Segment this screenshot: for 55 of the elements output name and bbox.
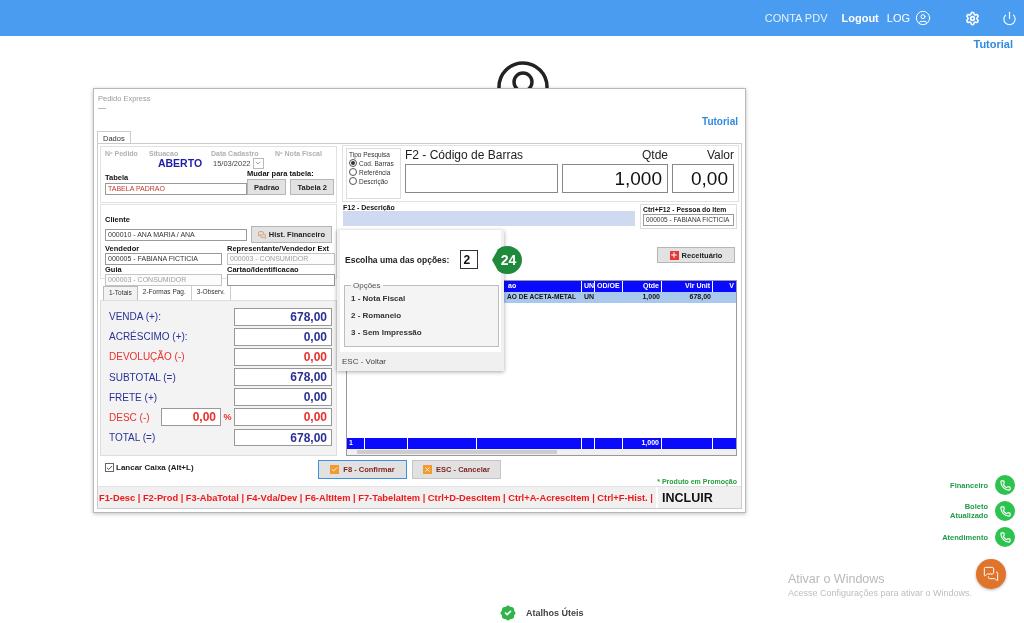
- total-value: 0,00: [234, 408, 332, 426]
- total-label: ACRÉSCIMO (+):: [109, 331, 189, 343]
- chevron-down-icon: [254, 159, 263, 167]
- option-item[interactable]: 2 - Romaneio: [351, 307, 492, 324]
- tutorial-link[interactable]: Tutorial: [702, 116, 738, 129]
- shortcut-text: F1-Desc | F2-Prod | F3-AbaTotal | F4-Vda/Dev | F6-AltItem | F7-TabelaItem | Ctrl+D-DescItem | Ctrl+A-AcrescItem | Ctrl+F-Hist. |: [98, 492, 654, 503]
- window-subtitle: —: [97, 103, 107, 114]
- chat-button[interactable]: [976, 559, 1006, 589]
- user-icon: [915, 10, 931, 26]
- phone-icon: [999, 505, 1011, 517]
- phone-icon: [999, 531, 1011, 543]
- mode-label: INCLUIR: [656, 487, 741, 508]
- total-label: DEVOLUÇÃO (-): [109, 351, 186, 363]
- option-input[interactable]: 2: [460, 250, 479, 269]
- status-value: ABERTO: [156, 157, 204, 169]
- check-icon: [106, 463, 113, 472]
- barcode-field[interactable]: [405, 164, 558, 193]
- price-field[interactable]: 0,00: [672, 164, 734, 193]
- total-label: SUBTOTAL (=): [109, 371, 177, 383]
- description-field[interactable]: [343, 211, 635, 226]
- total-value: 678,00: [234, 308, 332, 326]
- total-value: 678,00: [234, 428, 332, 447]
- percent-field[interactable]: 0,00: [161, 408, 221, 426]
- group-title: Opções: [352, 281, 382, 290]
- phone-icon: [999, 479, 1011, 491]
- total-value: 0,00: [234, 328, 332, 346]
- total-label: VENDA (+):: [109, 311, 162, 323]
- dialog-footer: ESC - Voltar: [337, 352, 504, 371]
- quantity-field[interactable]: 1,000: [562, 164, 668, 193]
- shortcuts-link[interactable]: Atalhos Úteis: [498, 603, 584, 623]
- total-label: FRETE (+): [109, 391, 159, 403]
- field-label: F2 - Código de Barras: [405, 148, 525, 162]
- text-field[interactable]: [227, 274, 335, 286]
- total-value: 0,00: [234, 388, 332, 406]
- close-icon: [424, 466, 432, 473]
- activation-title: Ativar o Windows: [788, 572, 886, 586]
- total-label: DESC (-): [109, 411, 151, 423]
- check-icon: [331, 466, 339, 473]
- power-icon[interactable]: [1002, 10, 1017, 26]
- option-item[interactable]: 3 - Sem Impressão: [351, 324, 492, 341]
- total-value: 678,00: [234, 368, 332, 386]
- total-label: TOTAL (=): [109, 431, 157, 443]
- tutorial-link[interactable]: Tutorial: [973, 38, 1013, 52]
- chat-icon: [983, 566, 999, 582]
- settings-icon[interactable]: [965, 10, 980, 26]
- percent-sign: %: [222, 412, 233, 423]
- plus-icon: [670, 251, 679, 259]
- cash-checkbox[interactable]: Lancar Caixa (Alt+L): [100, 460, 318, 472]
- prompt-text: Escolha uma das opções:: [345, 254, 450, 265]
- field-label: Valor: [705, 148, 734, 162]
- scrollbar[interactable]: [347, 449, 736, 455]
- activation-text: Acesse Configurações para ativar o Windows.: [788, 588, 973, 598]
- field-label: Qtde: [641, 148, 668, 162]
- total-value: 0,00: [234, 348, 332, 366]
- logo-icon: [496, 61, 550, 88]
